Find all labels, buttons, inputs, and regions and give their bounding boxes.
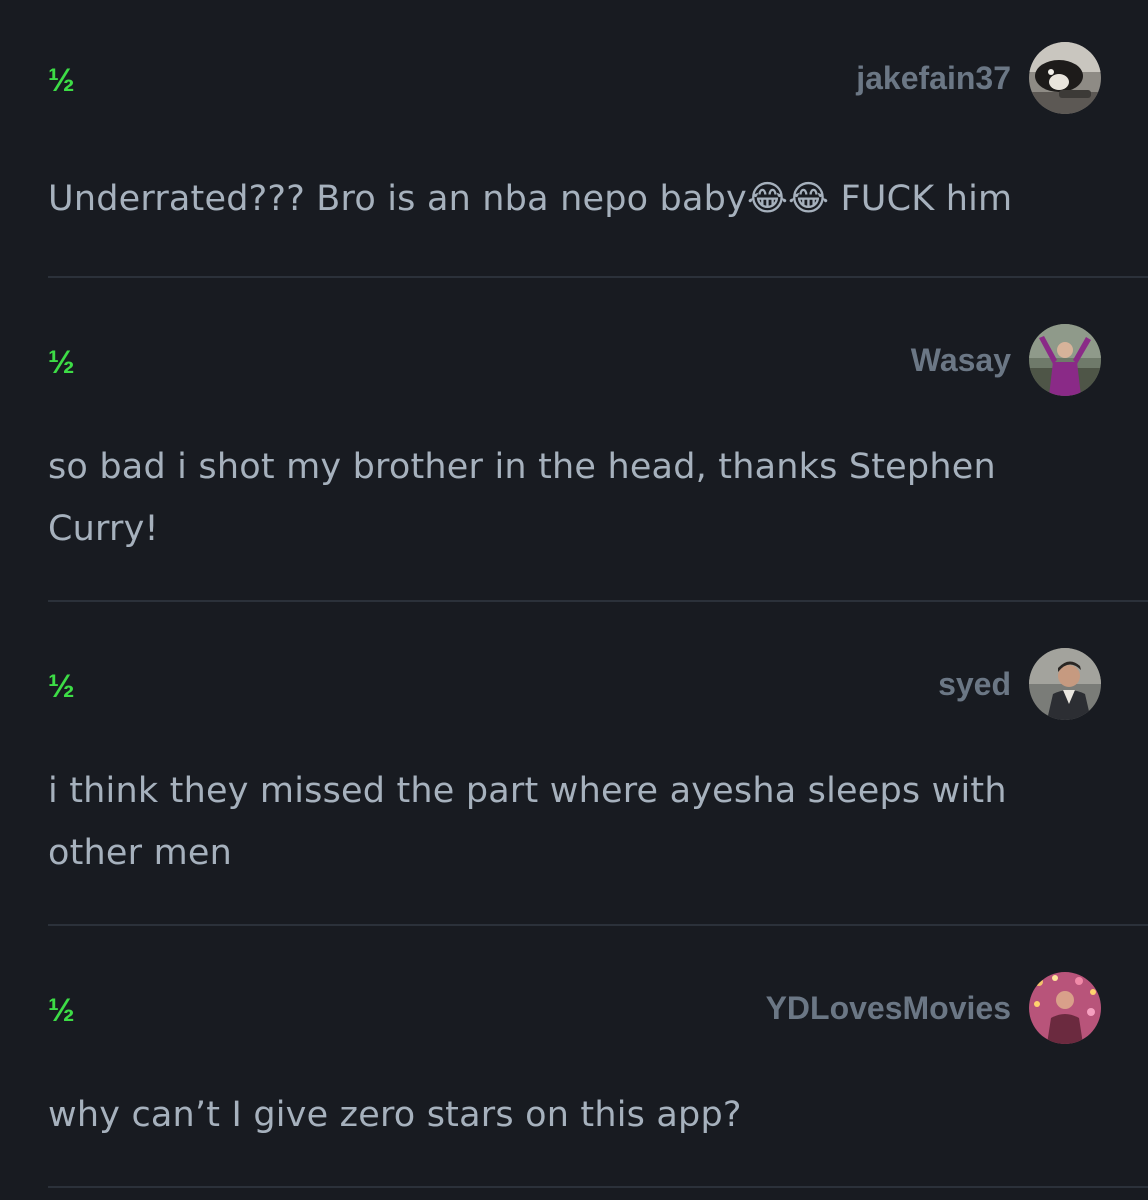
username-link[interactable]: syed (938, 664, 1011, 704)
review-item: ½ jakefain37 Underrated??? Bro is an nba… (48, 0, 1148, 278)
review-item: ½ Wasay so bad i shot my brother in the … (48, 278, 1148, 600)
review-author[interactable]: syed (938, 648, 1101, 720)
avatar[interactable] (1029, 972, 1101, 1044)
review-text: why can’t I give zero stars on this app? (48, 1095, 742, 1135)
avatar[interactable] (1029, 42, 1101, 114)
review-author[interactable]: jakefain37 (856, 42, 1101, 114)
divider (48, 1186, 1148, 1188)
review-text: so bad i shot my brother in the head, th… (48, 447, 996, 549)
username-link[interactable]: YDLovesMovies (766, 988, 1011, 1028)
review-text: Underrated??? Bro is an nba nepo baby😂😂 … (48, 179, 1013, 219)
avatar[interactable] (1029, 324, 1101, 396)
review-item: ½ syed i think they missed the part wher… (48, 602, 1148, 924)
star-rating: ½ (48, 668, 75, 704)
review-item: ½ YDLovesMovies why can’t I give zero st… (48, 926, 1148, 1188)
username-link[interactable]: Wasay (911, 340, 1011, 380)
star-rating: ½ (48, 62, 75, 98)
avatar[interactable] (1029, 648, 1101, 720)
review-author[interactable]: YDLovesMovies (766, 972, 1101, 1044)
username-link[interactable]: jakefain37 (856, 58, 1011, 98)
star-rating: ½ (48, 344, 75, 380)
review-text: i think they missed the part where ayesh… (48, 771, 1007, 873)
review-author[interactable]: Wasay (911, 324, 1101, 396)
star-rating: ½ (48, 992, 75, 1028)
